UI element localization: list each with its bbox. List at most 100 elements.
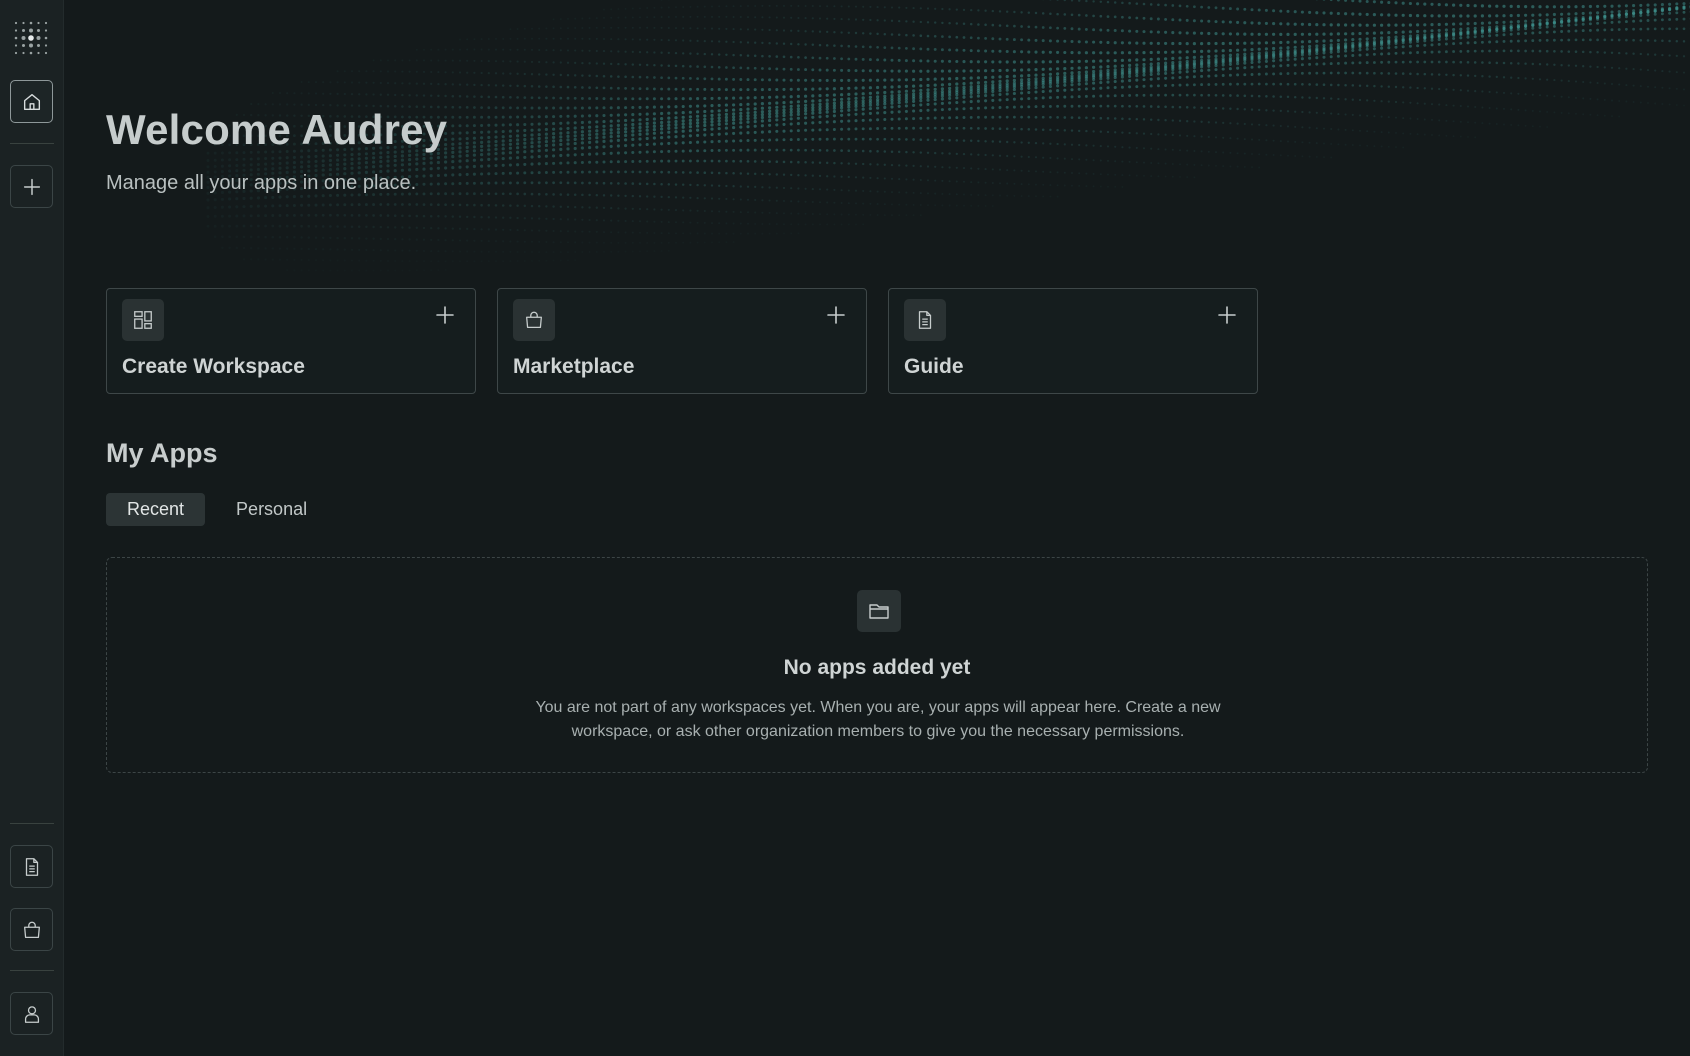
tab-personal[interactable]: Personal bbox=[215, 493, 328, 526]
hero-pattern-dot bbox=[602, 50, 606, 53]
hero-pattern-dot bbox=[1041, 80, 1045, 84]
hero-pattern-dot bbox=[761, 223, 764, 225]
hero-pattern-dot bbox=[588, 181, 591, 185]
hero-pattern-dot bbox=[718, 197, 721, 200]
hero-pattern-dot bbox=[919, 7, 922, 10]
hero-pattern-dot bbox=[552, 27, 555, 30]
hero-pattern-dot bbox=[760, 110, 765, 114]
hero-pattern-dot bbox=[1632, 27, 1635, 31]
hero-pattern-dot bbox=[1480, 28, 1484, 32]
hero-pattern-dot bbox=[1358, 84, 1362, 87]
hero-pattern-dot bbox=[458, 59, 462, 62]
hero-pattern-dot bbox=[1221, 54, 1225, 58]
plus-icon[interactable] bbox=[826, 305, 846, 325]
sidebar-marketplace-button[interactable] bbox=[10, 908, 53, 951]
hero-pattern-dot bbox=[783, 223, 785, 226]
hero-pattern-dot bbox=[530, 155, 534, 159]
hero-pattern-dot bbox=[904, 104, 908, 108]
hero-pattern-dot bbox=[1092, 77, 1096, 82]
hero-pattern-dot bbox=[595, 170, 599, 174]
hero-pattern-dot bbox=[1387, 131, 1390, 134]
hero-pattern-dot bbox=[595, 206, 598, 209]
hero-pattern-dot bbox=[890, 117, 894, 121]
sidebar-home-button[interactable] bbox=[10, 80, 53, 123]
hero-pattern-dot bbox=[862, 18, 865, 21]
hero-pattern-dot bbox=[1135, 51, 1139, 55]
hero-pattern-dot bbox=[1387, 52, 1391, 56]
hero-pattern-dot bbox=[206, 206, 210, 210]
hero-pattern-dot bbox=[1437, 50, 1441, 54]
sidebar-add-button[interactable] bbox=[10, 165, 53, 208]
hero-pattern-dot bbox=[1149, 57, 1153, 62]
hero-pattern-dot bbox=[530, 73, 534, 76]
hero-pattern-dot bbox=[1675, 7, 1679, 11]
hero-pattern-dot bbox=[753, 107, 757, 111]
hero-pattern-dot bbox=[494, 192, 498, 196]
hero-pattern-dot bbox=[235, 224, 239, 228]
plus-icon[interactable] bbox=[1217, 305, 1237, 325]
sidebar-guide-button[interactable] bbox=[10, 845, 53, 888]
hero-pattern-dot bbox=[1063, 184, 1066, 187]
hero-pattern-dot bbox=[1545, 38, 1549, 42]
hero-pattern-dot bbox=[653, 182, 656, 186]
hero-pattern-dot bbox=[1473, 30, 1477, 34]
hero-pattern-dot bbox=[754, 211, 757, 214]
hero-pattern-dot bbox=[1293, 71, 1297, 75]
hero-pattern-dot bbox=[948, 166, 951, 169]
hero-pattern-dot bbox=[465, 137, 469, 141]
dots-grid-logo-icon[interactable] bbox=[13, 20, 49, 56]
hero-pattern-dot bbox=[1668, 6, 1672, 10]
plus-icon[interactable] bbox=[435, 305, 455, 325]
hero-pattern-dot bbox=[970, 181, 973, 184]
hero-pattern-dot bbox=[1135, 41, 1139, 45]
hero-pattern-dot bbox=[451, 182, 455, 186]
hero-pattern-dot bbox=[1452, 135, 1455, 138]
hero-pattern-dot bbox=[1142, 132, 1146, 135]
hero-pattern-dot bbox=[1106, 51, 1110, 55]
hero-pattern-dot bbox=[1042, 195, 1045, 198]
hero-pattern-dot bbox=[977, 194, 980, 196]
hero-pattern-dot bbox=[1236, 62, 1240, 66]
hero-pattern-dot bbox=[998, 82, 1002, 86]
hero-pattern-dot bbox=[588, 136, 592, 140]
hero-pattern-dot bbox=[1236, 57, 1240, 61]
hero-pattern-dot bbox=[1012, 68, 1017, 72]
hero-pattern-dot bbox=[1034, 68, 1038, 72]
sidebar-profile-button[interactable] bbox=[10, 992, 53, 1035]
hero-pattern-dot bbox=[854, 78, 858, 82]
hero-pattern-dot bbox=[501, 171, 505, 175]
marketplace-card[interactable]: Marketplace bbox=[497, 288, 867, 394]
hero-pattern-dot bbox=[552, 139, 556, 143]
hero-pattern-dot bbox=[919, 94, 923, 98]
hero-pattern-dot bbox=[1444, 31, 1448, 35]
hero-pattern-dot bbox=[1315, 56, 1319, 60]
hero-pattern-dot bbox=[1351, 44, 1355, 48]
hero-pattern-dot bbox=[1682, 27, 1686, 31]
hero-pattern-dot bbox=[689, 183, 692, 187]
hero-pattern-dot bbox=[818, 120, 822, 124]
hero-pattern-dot bbox=[595, 86, 599, 90]
hero-pattern-dot bbox=[1437, 14, 1441, 18]
hero-pattern-dot bbox=[796, 138, 800, 141]
hero-pattern-dot bbox=[387, 260, 389, 262]
hero-pattern-dot bbox=[674, 209, 678, 212]
hero-pattern-dot bbox=[739, 125, 743, 129]
hero-pattern-dot bbox=[941, 152, 944, 155]
hero-pattern-dot bbox=[1264, 32, 1268, 36]
hero-pattern-dot bbox=[328, 163, 332, 167]
hero-pattern-dot bbox=[1322, 0, 1326, 1]
hero-pattern-dot bbox=[869, 32, 872, 35]
guide-card[interactable]: Guide bbox=[888, 288, 1258, 394]
tab-recent[interactable]: Recent bbox=[106, 493, 206, 526]
create-workspace-card[interactable]: Create Workspace bbox=[106, 288, 476, 394]
hero-pattern-dot bbox=[688, 125, 693, 129]
hero-pattern-dot bbox=[1322, 97, 1326, 100]
hero-pattern-dot bbox=[753, 66, 757, 70]
hero-pattern-dot bbox=[1329, 47, 1333, 51]
hero-pattern-dot bbox=[1257, 72, 1261, 76]
hero-pattern-dot bbox=[1085, 14, 1088, 17]
hero-pattern-dot bbox=[1222, 136, 1225, 139]
hero-pattern-dot bbox=[1143, 174, 1145, 177]
hero-pattern-dot bbox=[847, 78, 851, 82]
hero-pattern-dot bbox=[364, 203, 368, 207]
